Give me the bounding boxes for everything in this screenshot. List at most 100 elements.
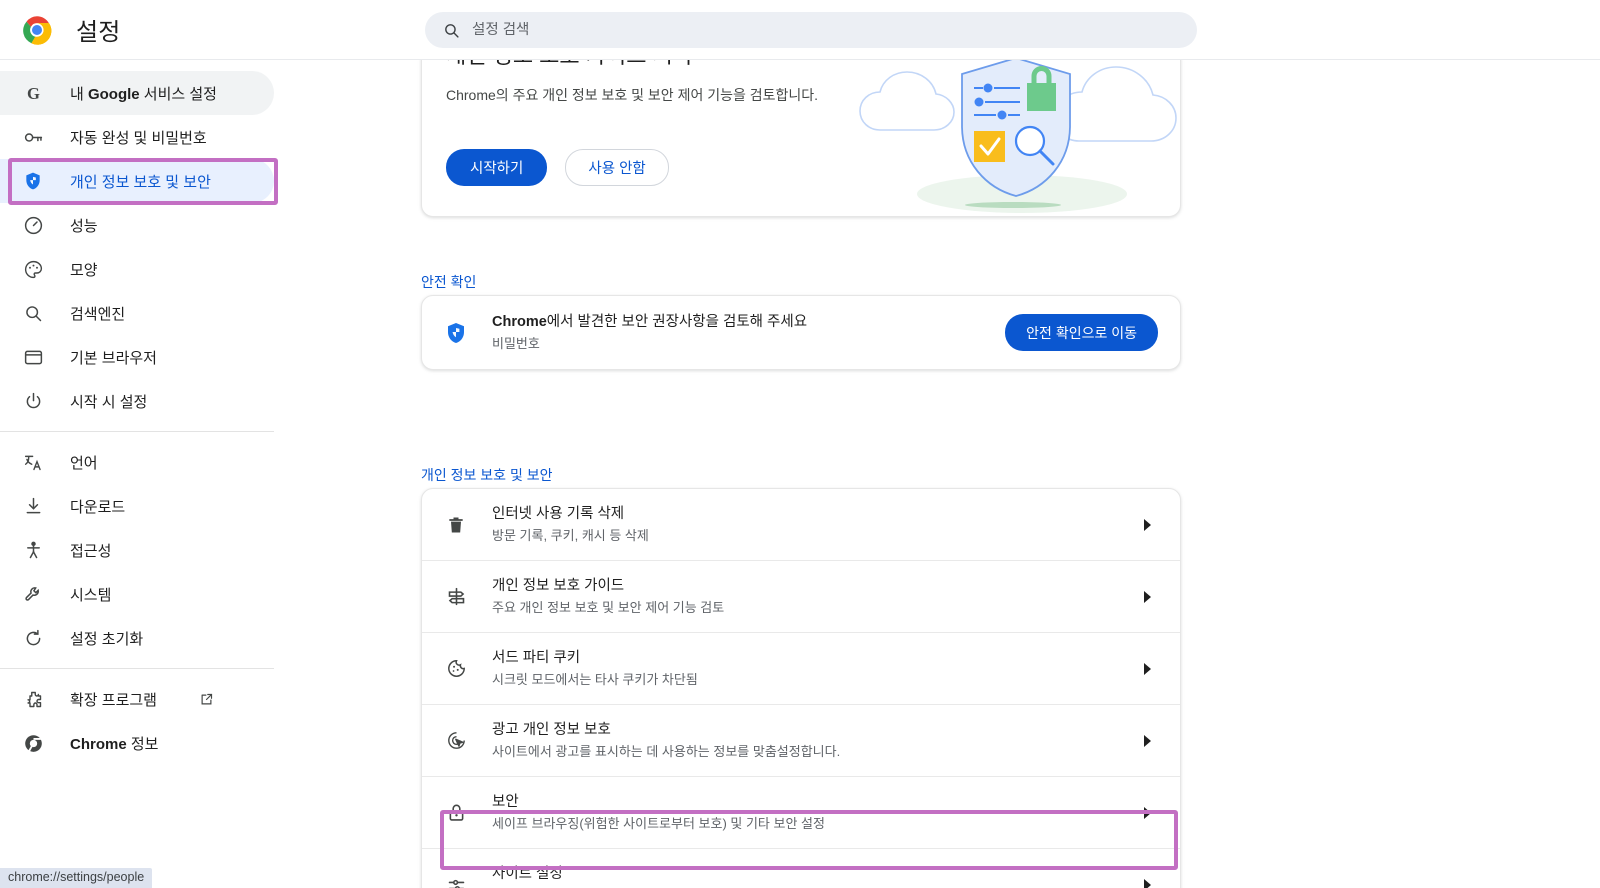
shield-icon (444, 321, 468, 345)
key-icon (22, 126, 44, 148)
sidebar-item-google-services[interactable]: G 내 Google 서비스 설정 (0, 71, 274, 115)
chrome-mono-icon (22, 732, 44, 754)
sidebar-item-downloads[interactable]: 다운로드 (0, 484, 274, 528)
ad-target-icon (444, 729, 468, 753)
sidebar-item-appearance[interactable]: 모양 (0, 247, 274, 291)
status-bar-url: chrome://settings/people (0, 868, 153, 888)
safety-check-subtitle: 비밀번호 (492, 335, 540, 351)
list-item-title: 개인 정보 보호 가이드 (492, 577, 625, 594)
list-item-clear-browsing-data[interactable]: 인터넷 사용 기록 삭제 방문 기록, 쿠키, 캐시 등 삭제 (422, 489, 1180, 561)
sidebar-item-privacy[interactable]: 개인 정보 보호 및 보안 (0, 159, 274, 203)
sidebar-item-label: 시스템 (70, 586, 112, 604)
list-item-title: 보안 (492, 793, 519, 810)
sidebar-item-label: 개인 정보 보호 및 보안 (70, 173, 211, 191)
promo-title: 개인 정보 보호 가이드 시작 (446, 59, 866, 71)
list-item-title: 사이트 설정 (492, 866, 563, 882)
google-g-icon: G (22, 82, 44, 104)
app-header: 설정 (0, 0, 1600, 59)
safety-check-section-title: 안전 확인 (421, 274, 477, 290)
list-item-subtitle: 사이트에서 광고를 표시하는 데 사용하는 정보를 맞춤설정합니다. (492, 743, 841, 759)
magnifier-icon (22, 302, 44, 324)
puzzle-icon (22, 688, 44, 710)
go-to-safety-check-button[interactable]: 안전 확인으로 이동 (1005, 314, 1158, 351)
chevron-right-icon (1142, 878, 1152, 888)
sidebar: G 내 Google 서비스 설정 자동 완성 및 비밀번호 개인 정보 보호 … (0, 59, 288, 888)
main-content: 개인 정보 보호 가이드 시작 Chrome의 주요 개인 정보 보호 및 보안… (288, 59, 1600, 888)
list-item-security[interactable]: 보안 세이프 브라우징(위험한 사이트로부터 보호) 및 기타 보안 설정 (422, 777, 1180, 849)
promo-text-block: 개인 정보 보호 가이드 시작 Chrome의 주요 개인 정보 보호 및 보안… (446, 59, 866, 106)
sidebar-item-accessibility[interactable]: 접근성 (0, 528, 274, 572)
list-item-privacy-guide[interactable]: 개인 정보 보호 가이드 주요 개인 정보 보호 및 보안 제어 기능 검토 (422, 561, 1180, 633)
sidebar-item-label: 확장 프로그램 (70, 691, 157, 709)
brand-area: 설정 (0, 12, 398, 47)
list-item-texts: 서드 파티 쿠키 시크릿 모드에서는 타사 쿠키가 차단됨 (492, 648, 1142, 690)
sidebar-item-about-chrome[interactable]: Chrome 정보 (0, 721, 274, 765)
settings-window: 설정 G 내 Google 서비스 설정 (0, 0, 1600, 888)
chevron-right-icon (1142, 518, 1152, 532)
privacy-guide-promo-card: 개인 정보 보호 가이드 시작 Chrome의 주요 개인 정보 보호 및 보안… (421, 59, 1181, 217)
sidebar-item-label: 검색엔진 (70, 305, 126, 323)
sidebar-item-extensions[interactable]: 확장 프로그램 (0, 677, 274, 721)
sidebar-item-label: 언어 (70, 454, 98, 472)
trash-icon (444, 513, 468, 537)
start-privacy-guide-button[interactable]: 시작하기 (446, 149, 548, 186)
sidebar-item-label: 자동 완성 및 비밀번호 (70, 129, 207, 147)
list-item-texts: 개인 정보 보호 가이드 주요 개인 정보 보호 및 보안 제어 기능 검토 (492, 576, 1142, 618)
list-item-title: 서드 파티 쿠키 (492, 649, 581, 666)
safety-check-card[interactable]: Chrome에서 발견한 보안 권장사항을 검토해 주세요 비밀번호 안전 확인… (421, 295, 1181, 370)
sidebar-item-reset[interactable]: 설정 초기화 (0, 616, 274, 660)
list-item-title: 광고 개인 정보 보호 (492, 721, 611, 738)
privacy-settings-list: 인터넷 사용 기록 삭제 방문 기록, 쿠키, 캐시 등 삭제 개인 정보 보호… (421, 488, 1181, 888)
chevron-right-icon (1142, 806, 1152, 820)
chevron-right-icon (1142, 734, 1152, 748)
cookie-icon (444, 657, 468, 681)
list-item-third-party-cookies[interactable]: 서드 파티 쿠키 시크릿 모드에서는 타사 쿠키가 차단됨 (422, 633, 1180, 705)
sidebar-divider-2 (0, 668, 274, 669)
sidebar-item-performance[interactable]: 성능 (0, 203, 274, 247)
list-item-site-settings[interactable]: 사이트 설정 사이트에서 사용하고 표시할 수 있는 정보(위치, 카메라, 팝… (422, 849, 1180, 888)
open-in-new-icon (199, 692, 214, 707)
search-bar[interactable] (425, 12, 1197, 48)
list-item-subtitle: 방문 기록, 쿠키, 캐시 등 삭제 (492, 527, 649, 543)
sidebar-item-on-startup[interactable]: 시작 시 설정 (0, 379, 274, 423)
shield-icon (22, 170, 44, 192)
dismiss-privacy-guide-button[interactable]: 사용 안함 (565, 149, 669, 186)
safety-check-texts: Chrome에서 발견한 보안 권장사항을 검토해 주세요 비밀번호 (492, 312, 1005, 354)
privacy-shield-illustration (850, 59, 1180, 216)
sidebar-item-label: 기본 브라우저 (70, 349, 157, 367)
browser-window-icon (22, 346, 44, 368)
restore-icon (22, 627, 44, 649)
safety-check-title: Chrome에서 발견한 보안 권장사항을 검토해 주세요 (492, 313, 808, 330)
chevron-right-icon (1142, 590, 1152, 604)
sidebar-item-autofill[interactable]: 자동 완성 및 비밀번호 (0, 115, 274, 159)
sidebar-item-label: 다운로드 (70, 498, 126, 516)
palette-icon (22, 258, 44, 280)
lock-icon (444, 801, 468, 825)
sidebar-item-system[interactable]: 시스템 (0, 572, 274, 616)
header-divider (0, 59, 1600, 60)
chevron-right-icon (1142, 662, 1152, 676)
svg-text:G: G (27, 83, 40, 102)
download-icon (22, 495, 44, 517)
list-item-ad-privacy[interactable]: 광고 개인 정보 보호 사이트에서 광고를 표시하는 데 사용하는 정보를 맞춤… (422, 705, 1180, 777)
sidebar-item-default-browser[interactable]: 기본 브라우저 (0, 335, 274, 379)
list-item-subtitle: 세이프 브라우징(위험한 사이트로부터 보호) 및 기타 보안 설정 (492, 815, 825, 831)
chrome-logo-icon (22, 15, 52, 45)
list-item-subtitle: 주요 개인 정보 보호 및 보안 제어 기능 검토 (492, 599, 725, 615)
search-input[interactable] (472, 22, 1179, 38)
search-icon (443, 22, 460, 39)
sidebar-item-label: 시작 시 설정 (70, 393, 148, 411)
page-title: 설정 (76, 19, 121, 46)
sidebar-item-label: 접근성 (70, 542, 112, 560)
wrench-icon (22, 583, 44, 605)
promo-description: Chrome의 주요 개인 정보 보호 및 보안 제어 기능을 검토합니다. (446, 87, 819, 103)
sidebar-item-label: 내 Google 서비스 설정 (70, 85, 217, 103)
sidebar-item-label: 설정 초기화 (70, 630, 144, 648)
sidebar-item-languages[interactable]: 언어 (0, 440, 274, 484)
power-icon (22, 390, 44, 412)
sidebar-item-label: 성능 (70, 217, 98, 235)
privacy-section-title: 개인 정보 보호 및 보안 (421, 467, 553, 483)
promo-actions: 시작하기 사용 안함 (446, 149, 669, 186)
sidebar-item-search-engine[interactable]: 검색엔진 (0, 291, 274, 335)
list-item-subtitle: 시크릿 모드에서는 타사 쿠키가 차단됨 (492, 671, 698, 687)
